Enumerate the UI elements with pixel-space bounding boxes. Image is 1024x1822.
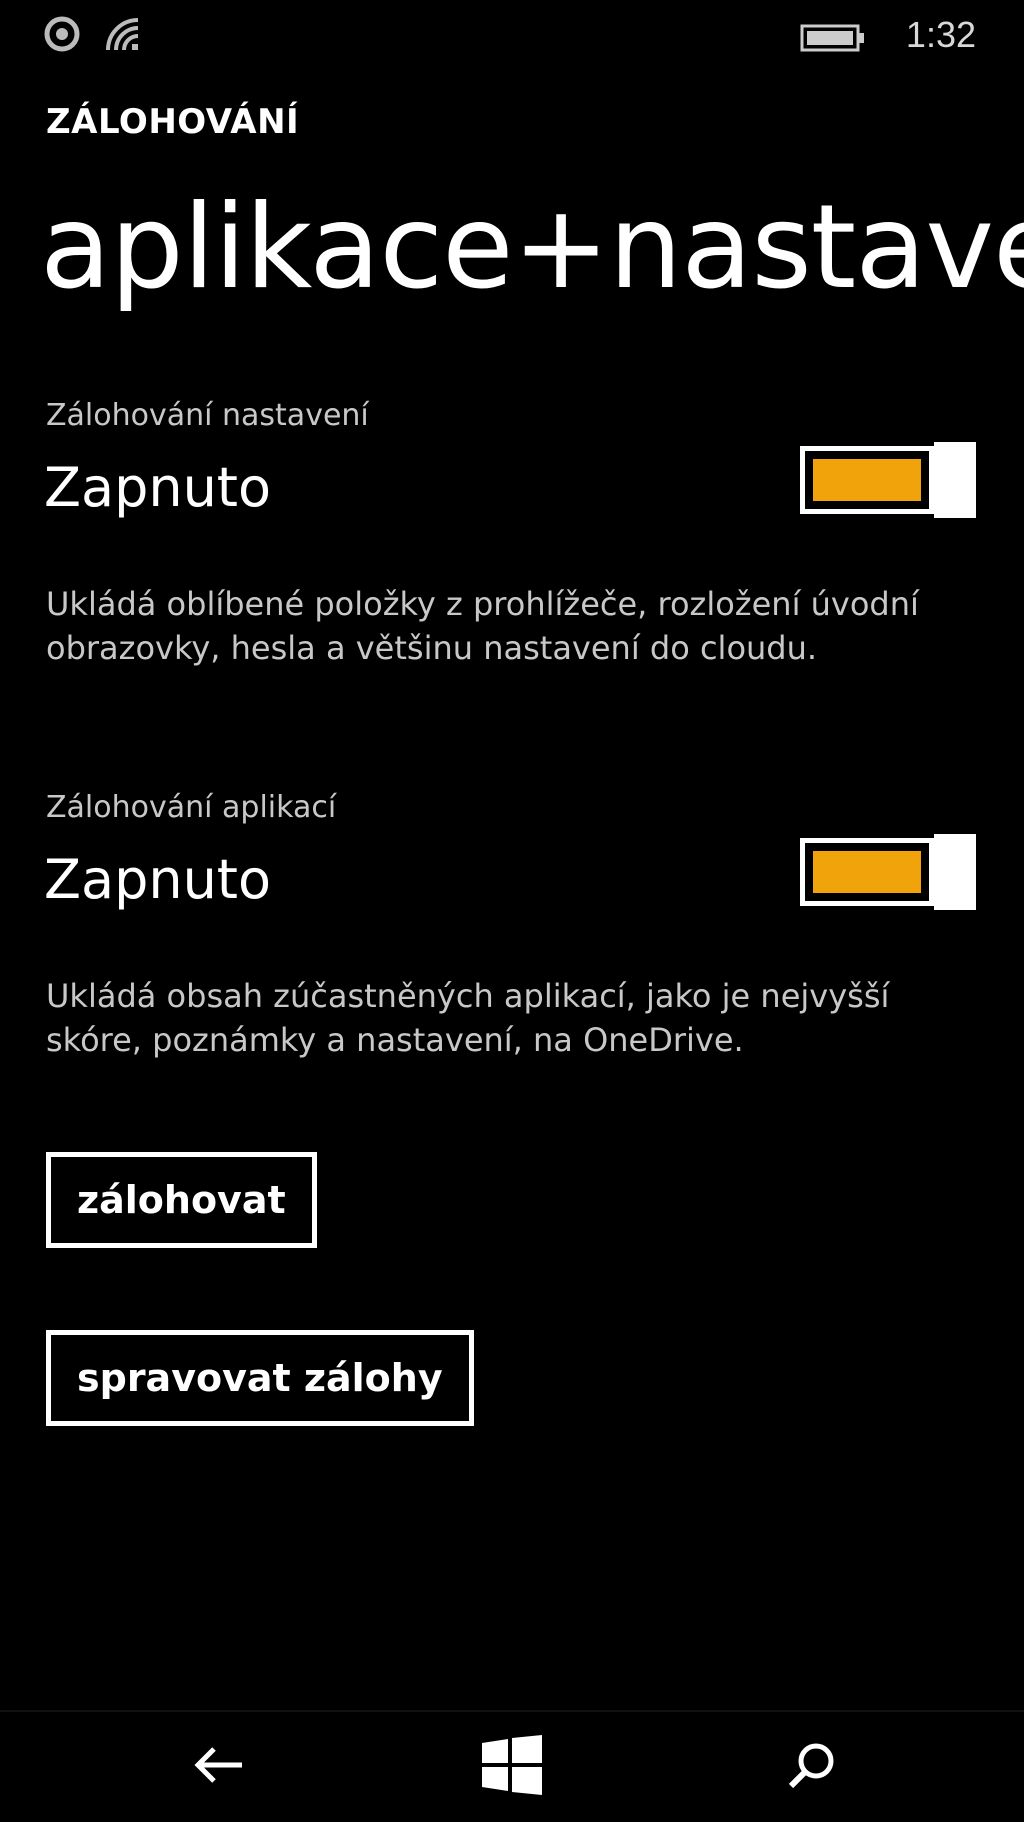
start-button[interactable] — [452, 1712, 572, 1822]
section-title: ZÁLOHOVÁNÍ — [46, 102, 300, 142]
toggle-fill — [813, 851, 921, 893]
back-button[interactable] — [158, 1712, 278, 1822]
settings-backup-value: Zapnuto — [44, 456, 272, 519]
search-icon — [786, 1739, 838, 1795]
apps-backup-label: Zálohování aplikací — [46, 790, 337, 825]
back-arrow-icon — [190, 1743, 246, 1791]
settings-backup-description: Ukládá oblíbené položky z prohlížeče, ro… — [46, 585, 919, 667]
toggle-track — [800, 446, 934, 514]
search-button[interactable] — [752, 1712, 872, 1822]
apps-backup-value: Zapnuto — [44, 848, 272, 911]
toggle-fill — [813, 459, 921, 501]
settings-backup-label: Zálohování nastavení — [46, 398, 369, 433]
toggle-track — [800, 838, 934, 906]
toggle-thumb[interactable] — [934, 834, 976, 910]
status-time: 1:32 — [905, 14, 976, 55]
page-title: aplikace+nastavení — [40, 180, 1024, 315]
manage-backups-button[interactable]: spravovat zálohy — [46, 1330, 474, 1426]
apps-backup-toggle[interactable] — [800, 834, 976, 910]
notification-icon — [44, 16, 80, 56]
navigation-bar — [0, 1710, 1024, 1822]
signal-icon — [104, 16, 150, 56]
settings-backup-toggle[interactable] — [800, 442, 976, 518]
apps-backup-description: Ukládá obsah zúčastněných aplikací, jako… — [46, 977, 890, 1059]
toggle-thumb[interactable] — [934, 442, 976, 518]
status-bar: 1:32 — [0, 0, 1024, 80]
backup-button[interactable]: zálohovat — [46, 1152, 317, 1248]
windows-logo-icon — [480, 1735, 544, 1799]
battery-icon — [800, 24, 866, 56]
